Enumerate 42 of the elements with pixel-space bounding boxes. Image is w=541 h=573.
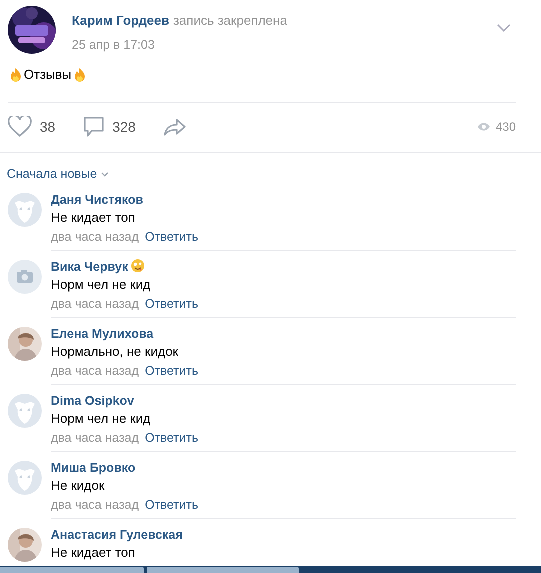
avatar-icon	[8, 460, 42, 494]
sort-dropdown[interactable]: Сначала новые	[7, 164, 98, 184]
view-count: 430	[496, 119, 516, 136]
commenter-name[interactable]: Даня Чистяков	[51, 192, 144, 208]
comment-time: два часа назад	[51, 430, 140, 446]
eye-icon	[476, 122, 491, 132]
reply-link[interactable]: Ответить	[145, 362, 198, 378]
commenter-name[interactable]: Анастасия Гулевская	[51, 526, 183, 542]
caret-icon	[101, 172, 110, 177]
taskbar-button[interactable]	[147, 567, 299, 573]
comment-time: два часа назад	[51, 496, 140, 512]
pinned-note: запись закреплена	[173, 12, 288, 30]
reply-link[interactable]: Ответить	[145, 296, 198, 312]
comment-time: два часа назад	[51, 362, 140, 378]
comment-time: два часа назад	[51, 228, 140, 244]
commenter-name[interactable]: Dima Osipkov	[51, 392, 134, 408]
commenter-name[interactable]: Елена Мулихова	[51, 326, 154, 342]
chevron-down-icon	[497, 24, 511, 32]
taskbar-button[interactable]	[0, 567, 144, 573]
comment-time: два часа назад	[51, 296, 140, 312]
reply-link[interactable]: Ответить	[145, 228, 198, 244]
comment-icon	[82, 116, 105, 138]
reply-link[interactable]: Ответить	[145, 430, 198, 446]
heart-icon	[8, 116, 32, 138]
comment-text: Не кидок	[51, 476, 106, 494]
comment-text: Нормально, не кидок	[51, 342, 180, 360]
commenter-name[interactable]: Вика Червук	[51, 258, 128, 274]
post-text: Отзывы	[24, 66, 72, 84]
like-count: 38	[40, 118, 56, 137]
comment-count: 328	[112, 118, 136, 137]
avatar-icon	[8, 192, 42, 226]
share-icon	[162, 118, 187, 136]
comment-text: Не кидает топ	[51, 208, 136, 226]
camera-icon	[8, 260, 42, 294]
comment-text: Норм чел не кид	[51, 276, 152, 292]
author-name[interactable]: Карим Гордеев	[72, 11, 170, 30]
comment-text: Норм чел не кид	[51, 410, 152, 426]
avatar-icon	[8, 394, 42, 428]
fire-icon	[8, 67, 24, 83]
commenter-name[interactable]: Миша Бровко	[51, 460, 136, 476]
reply-link[interactable]: Ответить	[145, 496, 198, 512]
comment-text: Не кидает топ	[51, 544, 136, 560]
